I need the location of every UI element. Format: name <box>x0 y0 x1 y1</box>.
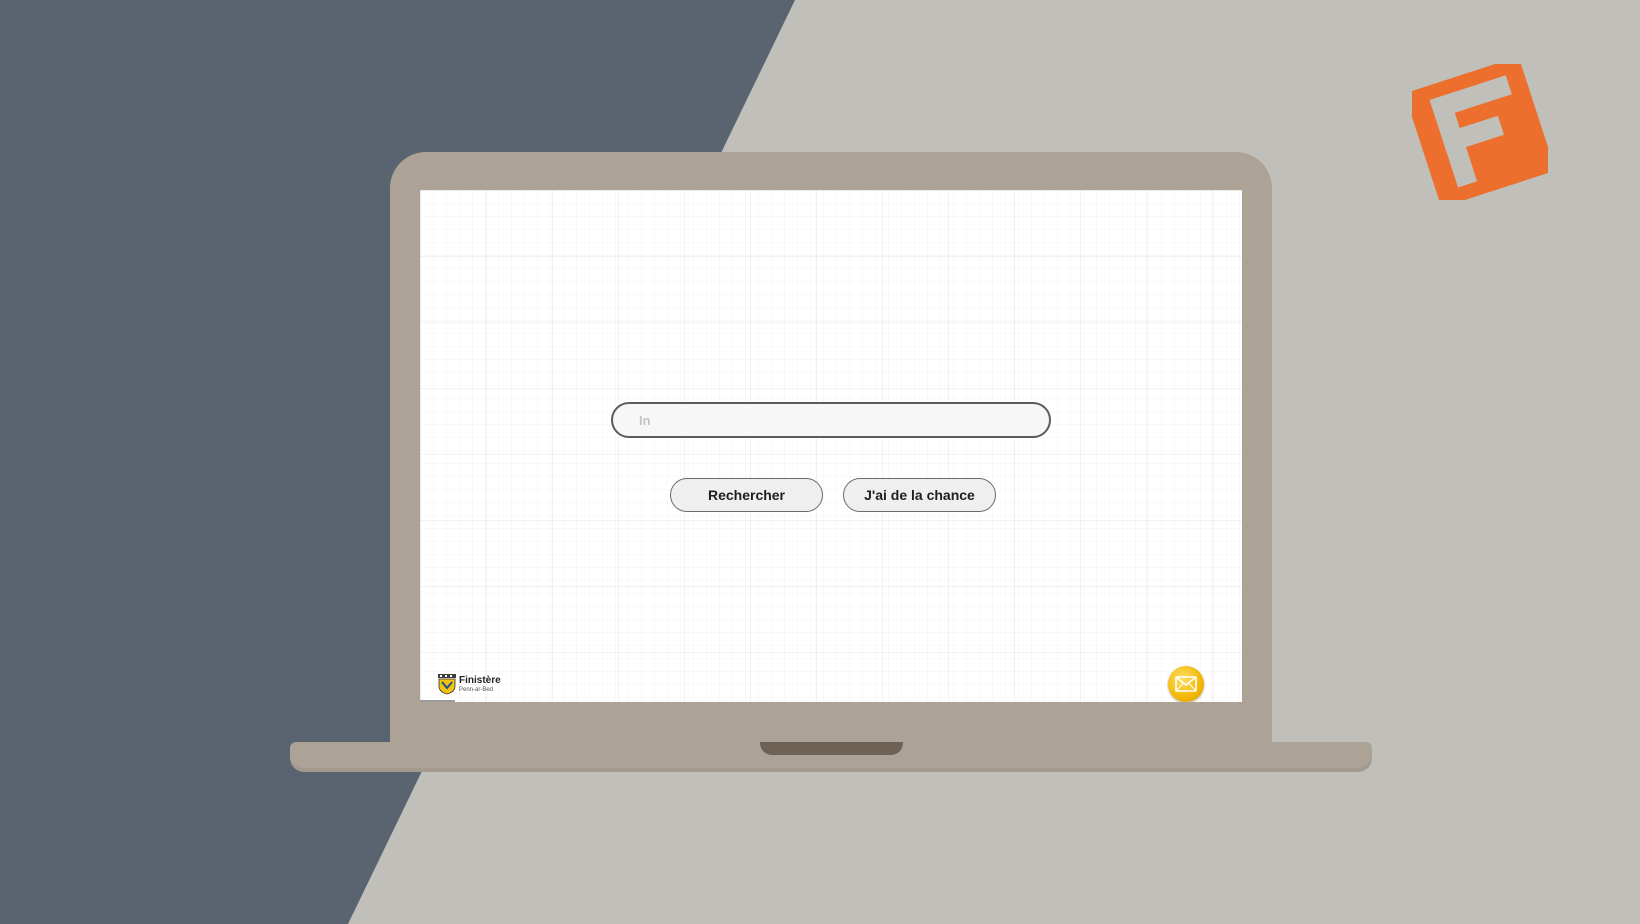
brand-name: Finistère <box>459 674 501 686</box>
search-input[interactable] <box>611 402 1051 438</box>
finistere-crest-icon <box>438 674 456 695</box>
envelope-icon <box>1175 676 1197 692</box>
laptop-screen: Rechercher J'ai de la chance Finistère P… <box>420 190 1242 702</box>
brand-subtitle: Penn-ar-Bed <box>459 686 494 693</box>
lucky-button[interactable]: J'ai de la chance <box>843 478 996 512</box>
laptop-notch <box>760 742 903 755</box>
search-button[interactable]: Rechercher <box>670 478 823 512</box>
finistere-brand-logo: Finistère Penn-ar-Bed <box>437 672 501 696</box>
screen-divider <box>420 700 455 702</box>
contact-button[interactable] <box>1168 666 1204 702</box>
finistere-f-logo-icon <box>1412 64 1548 200</box>
